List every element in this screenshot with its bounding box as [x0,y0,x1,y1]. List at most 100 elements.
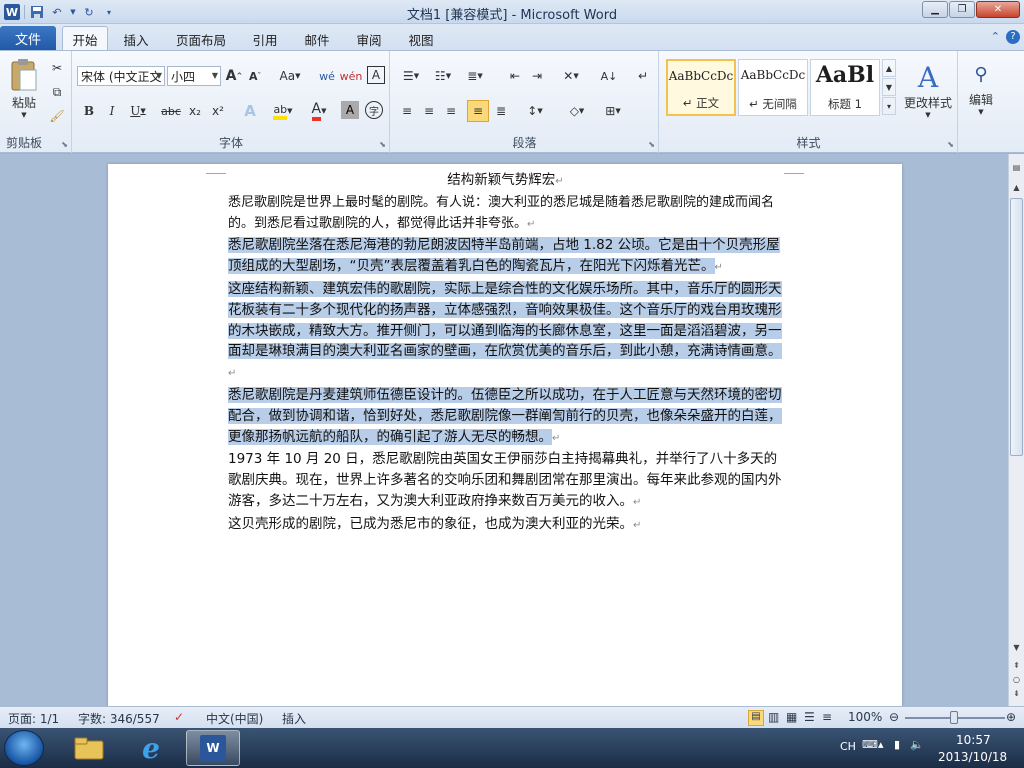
font-launcher-icon[interactable]: ⬊ [379,140,386,149]
superscript-button[interactable]: x² [208,101,228,121]
paste-button[interactable]: 粘贴 ▼ [6,55,42,121]
character-border-icon[interactable]: A [367,66,385,84]
clipboard-launcher-icon[interactable]: ⬊ [61,140,68,149]
vertical-scrollbar[interactable]: ▤ ▲ ▼ ⇞ ○ ⇟ [1008,154,1024,706]
shrink-font-button[interactable]: Aˇ [247,66,263,86]
copy-icon[interactable]: ⧉ [48,83,66,101]
language-indicator[interactable]: 中文(中国) [206,710,263,727]
styles-scroll-up-icon[interactable]: ▲ [882,59,896,77]
style-no-spacing[interactable]: AaBbCcDc ↵ 无间隔 [738,59,808,116]
scroll-down-icon[interactable]: ▼ [1009,640,1024,654]
text-effects-icon[interactable]: A [239,101,261,121]
enclose-characters-icon[interactable]: 字 [365,101,383,119]
font-color-icon[interactable]: A ▼ [305,101,333,121]
volume-icon[interactable]: 🔈 [910,738,924,751]
grow-font-button[interactable]: A ^ [225,66,243,86]
underline-button[interactable]: U ▼ [125,101,151,121]
align-left-icon[interactable]: ≡ [397,101,417,121]
style-heading-1[interactable]: AaBl 标题 1 [810,59,880,116]
increase-indent-icon[interactable]: ⇥ [527,66,547,86]
help-icon[interactable]: ? [1006,30,1020,44]
clock-time[interactable]: 10:57 [956,733,991,747]
tab-review[interactable]: 审阅 [350,28,388,50]
show-hidden-icons-icon[interactable]: ▴ [878,738,884,751]
borders-icon[interactable]: ⊞ ▼ [599,101,627,121]
shading-icon[interactable]: ◇ ▼ [563,101,591,121]
cut-icon[interactable]: ✂ [48,59,66,77]
word-count[interactable]: 字数: 346/557 [78,710,160,727]
tab-mailings[interactable]: 邮件 [298,28,336,50]
change-styles-button[interactable]: A 更改样式 ▼ [900,57,956,123]
distributed-icon[interactable]: ≣ [491,101,511,121]
numbering-icon[interactable]: ☷ ▼ [429,66,457,86]
web-layout-view-icon[interactable]: ▦ [786,710,797,724]
phonetic-guide-icon[interactable]: wé [317,66,337,86]
select-browse-object-icon[interactable]: ○ [1009,672,1024,686]
close-button[interactable]: ✕ [976,1,1020,18]
ie-taskbar-icon[interactable]: e [124,730,178,766]
next-page-icon[interactable]: ⇟ [1009,686,1024,700]
page-count[interactable]: 页面: 1/1 [8,710,59,727]
align-right-icon[interactable]: ≡ [441,101,461,121]
show-marks-icon[interactable]: ↵ [633,66,653,86]
print-layout-view-icon[interactable]: ▤ [748,710,764,726]
editing-button[interactable]: ⚲ 编辑 ▼ [961,57,1001,123]
zoom-slider-thumb[interactable] [950,711,958,724]
tab-view[interactable]: 视图 [402,28,440,50]
document-page[interactable]: 结构新颖气势辉宏↵ 悉尼歌剧院是世界上最时髦的剧院。有人说：澳大利亚的悉尼城是随… [108,164,902,709]
styles-more-icon[interactable]: ▾ [882,97,896,115]
tab-file[interactable]: 文件 [0,26,56,50]
character-shading-icon[interactable]: A [341,101,359,119]
ruler-toggle-icon[interactable]: ▤ [1009,160,1024,174]
scroll-thumb[interactable] [1010,198,1023,456]
minimize-button[interactable]: ▁ [922,1,948,18]
clock-date[interactable]: 2013/10/18 [938,750,1007,764]
network-icon[interactable]: ▮ [894,738,900,751]
italic-button[interactable]: I [102,101,122,121]
paragraph-launcher-icon[interactable]: ⬊ [648,140,655,149]
zoom-in-icon[interactable]: ⊕ [1006,710,1016,724]
tab-home[interactable]: 开始 [62,26,108,51]
tab-page-layout[interactable]: 页面布局 [170,28,232,50]
highlight-color-icon[interactable]: ab ▼ [269,101,297,121]
strikethrough-button[interactable]: abc [159,101,183,121]
start-button[interactable] [4,730,44,766]
maximize-button[interactable]: ❐ [949,1,975,18]
line-spacing-icon[interactable]: ↕ ▼ [521,101,549,121]
word-taskbar-icon[interactable]: W [186,730,240,766]
justify-icon[interactable]: ≡ [467,100,489,122]
zoom-level[interactable]: 100% [848,710,882,724]
align-center-icon[interactable]: ≡ [419,101,439,121]
insert-mode-indicator[interactable]: 插入 [282,710,306,727]
draft-view-icon[interactable]: ≡ [822,710,832,724]
document-content[interactable]: 结构新颖气势辉宏↵ 悉尼歌剧院是世界上最时髦的剧院。有人说：澳大利亚的悉尼城是随… [228,170,783,537]
decrease-indent-icon[interactable]: ⇤ [505,66,525,86]
window-title: 文档1 [兼容模式] - Microsoft Word [406,8,618,23]
tab-references[interactable]: 引用 [246,28,284,50]
sort-icon[interactable]: A↓ [599,66,619,86]
change-case-button[interactable]: Aa ▼ [277,66,303,86]
font-size-combo[interactable]: 小四 ▼ [167,66,221,86]
clear-formatting-icon[interactable]: wén [340,66,363,86]
scroll-up-icon[interactable]: ▲ [1009,180,1024,194]
keyboard-icon[interactable]: ⌨ [862,738,878,751]
outline-view-icon[interactable]: ☰ [804,710,815,724]
multilevel-list-icon[interactable]: ≣ ▼ [461,66,489,86]
proofing-icon[interactable]: ✓ [174,710,184,724]
styles-launcher-icon[interactable]: ⬊ [947,140,954,149]
bold-button[interactable]: B [79,101,99,121]
bullets-icon[interactable]: ☰ ▼ [397,66,425,86]
subscript-button[interactable]: x₂ [185,101,205,121]
minimize-ribbon-icon[interactable]: ⌃ [991,30,1000,44]
zoom-out-icon[interactable]: ⊖ [889,710,899,724]
previous-page-icon[interactable]: ⇞ [1009,658,1024,672]
full-screen-reading-view-icon[interactable]: ▥ [768,710,779,724]
ime-indicator[interactable]: CH [840,740,856,753]
font-name-combo[interactable]: 宋体 (中文正文 ▼ [77,66,165,86]
explorer-taskbar-icon[interactable] [62,730,116,766]
style-normal[interactable]: AaBbCcDc ↵ 正文 [666,59,736,116]
tab-insert[interactable]: 插入 [116,28,156,50]
chinese-layout-icon[interactable]: ✕ ▼ [557,66,585,86]
format-painter-icon[interactable]: 🖌 [48,107,66,125]
styles-scroll-down-icon[interactable]: ▼ [882,78,896,96]
